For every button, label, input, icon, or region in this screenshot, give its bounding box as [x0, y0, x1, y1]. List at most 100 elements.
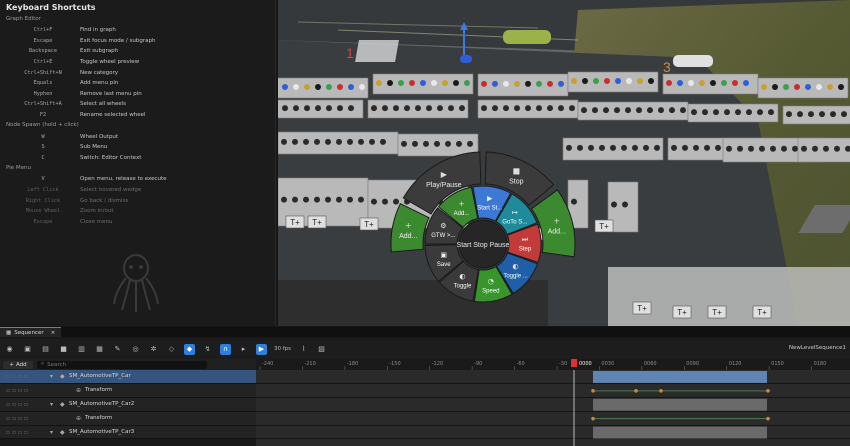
tplus-label: T+: [757, 308, 767, 317]
pie-inner-label: Toggle: [454, 284, 472, 290]
keyboard-shortcuts-panel: Keyboard Shortcuts Graph Editor Ctrl+F Fin…: [0, 0, 276, 326]
keyframe[interactable]: [766, 416, 770, 421]
shortcut-description: Exit subgraph: [80, 48, 119, 55]
object-tray[interactable]: [662, 73, 759, 95]
shortcut-row: Backspace Exit subgraph: [6, 46, 269, 57]
shortcut-key: Ctrl+E: [33, 59, 53, 66]
shortcut-description: Exit focus mode / subgraph: [80, 37, 156, 44]
ruler-tick-label: -120: [432, 361, 443, 367]
keyframe[interactable]: [591, 416, 595, 421]
magnet-icon[interactable]: ∩: [220, 343, 231, 355]
shortcut-description: Select all wheels: [80, 101, 127, 108]
shortcut-description: Find in graph: [80, 27, 116, 34]
add-icon: +: [553, 217, 560, 226]
keyframe[interactable]: [659, 389, 663, 393]
track-row[interactable]: ▫ ▫ ▫ ▫ ▾ ◆ SM_AutomotiveTP_Car2: [0, 397, 256, 412]
sequencer-tab-label: Sequencer: [14, 329, 44, 336]
track-section[interactable]: [593, 371, 767, 383]
gtw-icon: ⚙: [440, 222, 446, 230]
object-tray[interactable]: [577, 101, 689, 121]
expand-arrow-icon[interactable]: ▾: [50, 429, 60, 436]
keyframe[interactable]: [766, 389, 770, 393]
object-tray[interactable]: [782, 105, 850, 125]
shortcut-row: Right Click Go back / dismiss: [6, 195, 269, 206]
level-viewport[interactable]: 1 3 T+T+T+T+T+T+T+T+T+ Play/Pause▶Stop■A…: [278, 0, 850, 326]
fps-dropdown[interactable]: 30 fps: [274, 346, 291, 352]
search-icon: ⌕: [41, 361, 45, 367]
shortcut-section-heading: Graph Editor: [6, 16, 41, 22]
object-tray[interactable]: [372, 73, 474, 95]
pie-menu[interactable]: Play/Pause ▶ Stop ■ Add... + Add... + ▶ Start St…: [370, 126, 670, 326]
timeline-sections[interactable]: [256, 370, 850, 446]
pie-outer-label: Add...: [548, 229, 566, 236]
sequencer-tabbar: ▦ Sequencer ×: [0, 327, 850, 337]
browse-icon[interactable]: ▤: [40, 344, 51, 355]
track-section[interactable]: [593, 398, 767, 411]
curve-icon[interactable]: ⌇: [298, 344, 309, 355]
track-row[interactable]: ▫ ▫ ▫ ▫ ▾ ◆ SM_AutomotiveTP_Car3: [0, 425, 256, 440]
eye-icon[interactable]: ◎: [130, 344, 141, 355]
world-icon[interactable]: ◉: [4, 344, 15, 355]
shortcut-key: Left Click: [27, 187, 59, 194]
shortcut-key: Backspace: [28, 48, 58, 55]
track-label: SM_AutomotiveTP_Car: [69, 373, 131, 380]
object-tray[interactable]: [367, 99, 469, 119]
object-tray[interactable]: [567, 71, 659, 93]
object-tray[interactable]: [477, 99, 579, 119]
settings-icon[interactable]: ✲: [148, 344, 159, 355]
playhead-handle[interactable]: [571, 359, 577, 367]
auto-key-icon[interactable]: ↯: [202, 344, 213, 355]
object-tray[interactable]: [757, 77, 849, 99]
ruler-tick-label: -180: [347, 361, 358, 367]
object-tray[interactable]: [687, 103, 779, 123]
mesh-icon: ◆: [60, 428, 65, 436]
lock-icon[interactable]: ▫ ▫ ▫ ▫: [0, 401, 50, 408]
shortcut-key: C: [41, 154, 45, 161]
object-tray[interactable]: [278, 99, 364, 119]
add-track-button[interactable]: + Add: [3, 360, 33, 369]
playback-range-icon[interactable]: ▶: [256, 343, 267, 355]
expand-arrow-icon[interactable]: ▾: [50, 401, 60, 408]
track-timeline[interactable]: [256, 370, 850, 446]
shortcut-row: F2 Rename selected wheel: [6, 110, 269, 121]
object-tray[interactable]: [477, 73, 569, 97]
shortcut-description: Close menu: [80, 218, 113, 225]
object-tray[interactable]: [797, 137, 850, 163]
pie-inner-label: Add...: [454, 211, 470, 217]
film-icon[interactable]: ▥: [76, 344, 87, 355]
shortcut-description: Sub Menu: [80, 144, 108, 151]
search-placeholder: Search: [47, 361, 66, 368]
save-icon[interactable]: ▣: [22, 344, 33, 355]
pie-inner-label: Save: [437, 262, 451, 268]
transform-icon: ⊕: [76, 414, 82, 422]
keyframe[interactable]: [634, 389, 638, 393]
keyframe[interactable]: [591, 389, 595, 393]
wrench-icon[interactable]: ✎: [112, 344, 123, 355]
sel-range-icon[interactable]: ▸: [238, 344, 249, 355]
shortcut-key: Equals: [33, 80, 53, 87]
track-row[interactable]: ▫ ▫ ▫ ▫ ⊕ Transform: [0, 383, 256, 398]
mesh-icon: ◆: [60, 400, 65, 408]
track-section[interactable]: [593, 426, 767, 439]
lock-icon[interactable]: ▫ ▫ ▫ ▫: [0, 373, 50, 380]
goto-icon: ↦: [512, 209, 518, 217]
toggle-icon: ◐: [512, 263, 518, 271]
track-row[interactable]: ▫ ▫ ▫ ▫ ⊕ Transform: [0, 411, 256, 426]
object-tray[interactable]: [278, 77, 369, 99]
lock-icon[interactable]: ▫ ▫ ▫ ▫: [0, 429, 50, 436]
search-input[interactable]: ⌕ Search: [37, 360, 207, 369]
camera-icon[interactable]: ■: [58, 344, 69, 355]
lock-icon[interactable]: ▫ ▫ ▫ ▫: [0, 387, 50, 394]
track-row[interactable]: ▫ ▫ ▫ ▫ ▾ ◆ SM_AutomotiveTP_Car: [0, 370, 256, 384]
key-icon[interactable]: ◇: [166, 344, 177, 355]
close-icon[interactable]: ×: [51, 330, 56, 336]
viewport-marker-right: 3: [663, 59, 671, 75]
lock-icon[interactable]: ▫ ▫ ▫ ▫: [0, 415, 50, 422]
snap-icon[interactable]: ◆: [184, 343, 195, 355]
shortcut-key: S: [41, 144, 45, 151]
time-ruler[interactable]: -240 -210 -180 -150 -120 -90 -60 -30 0030 0060 009…: [256, 359, 850, 370]
expand-arrow-icon[interactable]: ▾: [50, 373, 60, 380]
graph-icon[interactable]: ▨: [316, 344, 327, 355]
tab-sequencer[interactable]: ▦ Sequencer ×: [0, 327, 62, 337]
render-icon[interactable]: ▦: [94, 344, 105, 355]
